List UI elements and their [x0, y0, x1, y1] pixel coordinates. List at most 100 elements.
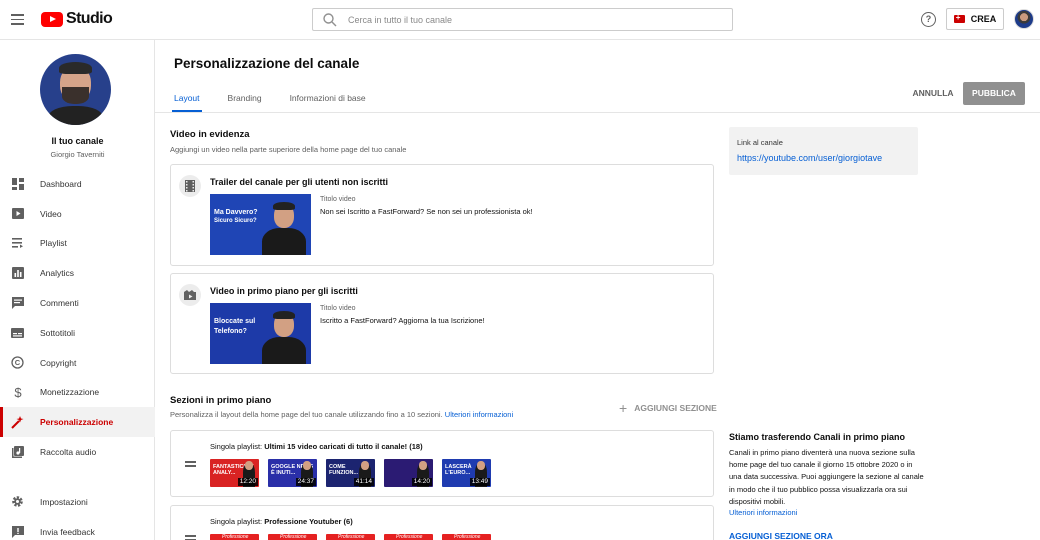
sidebar-item-label: Dashboard	[40, 178, 82, 189]
create-button[interactable]: CREA	[946, 8, 1004, 30]
dollar-icon: $	[11, 385, 24, 399]
thumbnail-text: Professione	[396, 534, 423, 540]
thumbnail-text: Telefono?	[214, 328, 247, 335]
playlist-video-thumbnail[interactable]: FANTASTICI YT ANALY... 12:20	[210, 459, 259, 487]
dashboard-icon	[11, 177, 24, 190]
sidebar-item-label: Personalizzazione	[40, 417, 114, 428]
learn-more-link[interactable]: Ulteriori informazioni	[445, 410, 513, 419]
sections-description-text: Personalizza il layout della home page d…	[170, 410, 443, 419]
sidebar-item-feedback[interactable]: Invia feedback	[0, 517, 155, 540]
sidebar-item-label: Analytics	[40, 268, 75, 279]
sidebar-item-audio-library[interactable]: Raccolta audio	[0, 437, 155, 467]
search-input[interactable]	[348, 14, 708, 25]
sidebar-item-label: Raccolta audio	[40, 447, 97, 458]
cancel-button[interactable]: ANNULLA	[904, 83, 962, 104]
channel-name: Giorgio Taverniti	[50, 150, 105, 159]
tab-layout[interactable]: Layout	[172, 86, 202, 112]
playlist-video-thumbnail[interactable]: Professione	[210, 534, 259, 540]
subtitles-icon	[11, 326, 24, 339]
search-icon	[323, 12, 337, 26]
tab-basic-info[interactable]: Informazioni di base	[290, 86, 366, 112]
thumbnail-text: Sicuro Sicuro?	[214, 218, 257, 224]
sidebar-item-settings[interactable]: Impostazioni	[0, 487, 155, 517]
sidebar-item-playlist[interactable]: Playlist	[0, 229, 155, 259]
search-bar[interactable]	[312, 8, 733, 31]
copyright-icon: C	[11, 356, 24, 369]
feedback-icon	[11, 525, 24, 538]
channel-link-box: Link al canale https://youtube.com/user/…	[729, 127, 918, 175]
sidebar-item-label: Copyright	[40, 357, 77, 368]
sidebar-item-analytics[interactable]: Analytics	[0, 258, 155, 288]
create-label: CREA	[970, 14, 997, 24]
playlist-video-thumbnail[interactable]: Professione	[442, 534, 491, 540]
playlist-title: Singola playlist: Professione Youtuber (…	[210, 517, 353, 526]
subscriber-video-card[interactable]: Video in primo piano per gli iscritti Bl…	[170, 273, 714, 374]
video-duration: 13:49	[469, 478, 490, 486]
playlist-video-thumbnail[interactable]: LASCERÀ L'EURO... 13:49	[442, 459, 491, 487]
help-icon[interactable]: ?	[921, 12, 936, 27]
create-video-icon	[953, 13, 965, 23]
playlist-name: Ultimi 15 video caricati di tutto il can…	[264, 442, 423, 451]
sidebar-item-label: Video	[40, 208, 62, 219]
tab-branding[interactable]: Branding	[228, 86, 262, 112]
top-bar: Studio ? CREA	[0, 0, 1040, 40]
sidebar-item-label: Sottotitoli	[40, 327, 75, 338]
sidebar-item-label: Invia feedback	[40, 526, 95, 537]
menu-icon[interactable]	[11, 14, 24, 25]
playlist-video-thumbnail[interactable]: Professione	[384, 534, 433, 540]
info-text: Canali in primo piano diventerà una nuov…	[729, 448, 924, 506]
thumbnail-text: Professione	[338, 534, 365, 540]
studio-logo[interactable]: Studio	[41, 10, 113, 28]
playlist-video-thumbnail[interactable]: Professione	[326, 534, 375, 540]
playlist-name: Professione Youtuber (6)	[264, 517, 353, 526]
trailer-thumbnail[interactable]: Ma Davvero? Sicuro Sicuro?	[210, 194, 311, 255]
video-icon	[11, 207, 24, 220]
subscriber-video-title: Video in primo piano per gli iscritti	[210, 286, 358, 296]
audio-library-icon	[11, 446, 24, 459]
drag-handle-icon[interactable]	[185, 535, 196, 540]
sidebar-item-video[interactable]: Video	[0, 199, 155, 229]
sidebar-item-label: Monetizzazione	[40, 387, 100, 398]
info-title: Stiamo trasferendo Canali in primo piano	[729, 432, 906, 442]
featured-video-icon	[179, 284, 201, 306]
svg-text:$: $	[14, 385, 22, 399]
sidebar-item-copyright[interactable]: C Copyright	[0, 348, 155, 378]
thumbnail-text: Professione	[454, 534, 481, 540]
channel-link-url[interactable]: https://youtube.com/user/giorgiotave	[737, 153, 882, 163]
add-section-now-button[interactable]: AGGIUNGI SEZIONE ORA	[729, 531, 833, 540]
playlist-section-card[interactable]: Singola playlist: Professione Youtuber (…	[170, 505, 714, 540]
playlist-video-thumbnail[interactable]: 14:20	[384, 459, 433, 487]
thumbnail-text: Bloccate sul	[214, 318, 256, 325]
video-duration: 41:14	[353, 478, 374, 486]
featured-video-title: Video in evidenza	[170, 129, 250, 140]
account-avatar[interactable]	[1014, 9, 1034, 29]
info-learn-more-link[interactable]: Ulteriori informazioni	[729, 508, 797, 517]
sidebar-item-subtitles[interactable]: Sottotitoli	[0, 318, 155, 348]
sidebar-item-label: Playlist	[40, 238, 67, 249]
analytics-icon	[11, 267, 24, 280]
playlist-video-thumbnail[interactable]: GOOGLE NEWS È INUTI... 24:37	[268, 459, 317, 487]
video-title-value: Iscritto a FastForward? Aggiorna la tua …	[320, 316, 485, 325]
channel-avatar[interactable]	[40, 54, 111, 125]
trailer-card[interactable]: Trailer del canale per gli utenti non is…	[170, 164, 714, 266]
sidebar-item-comments[interactable]: Commenti	[0, 288, 155, 318]
publish-button[interactable]: PUBBLICA	[963, 82, 1025, 105]
gear-icon	[11, 495, 24, 508]
playlist-video-thumbnail[interactable]: Professione	[268, 534, 317, 540]
sidebar-item-customization[interactable]: Personalizzazione	[0, 407, 155, 438]
subscriber-video-thumbnail[interactable]: Bloccate sul Telefono?	[210, 303, 311, 364]
playlist-prefix: Singola playlist:	[210, 442, 263, 451]
plus-icon: +	[619, 400, 628, 416]
svg-text:C: C	[15, 358, 21, 367]
add-section-button[interactable]: + AGGIUNGI SEZIONE	[619, 400, 717, 416]
youtube-logo-icon	[41, 11, 63, 27]
channel-link-label: Link al canale	[737, 138, 783, 147]
trailer-title: Trailer del canale per gli utenti non is…	[210, 177, 389, 187]
sidebar-item-dashboard[interactable]: Dashboard	[0, 169, 155, 199]
sidebar-item-monetization[interactable]: $ Monetizzazione	[0, 378, 155, 408]
playlist-section-card[interactable]: Singola playlist: Ultimi 15 video carica…	[170, 430, 714, 497]
drag-handle-icon[interactable]	[185, 461, 196, 468]
film-icon	[179, 175, 201, 197]
playlist-video-thumbnail[interactable]: COME FUNZION... 41:14	[326, 459, 375, 487]
sections-title: Sezioni in primo piano	[170, 395, 272, 406]
